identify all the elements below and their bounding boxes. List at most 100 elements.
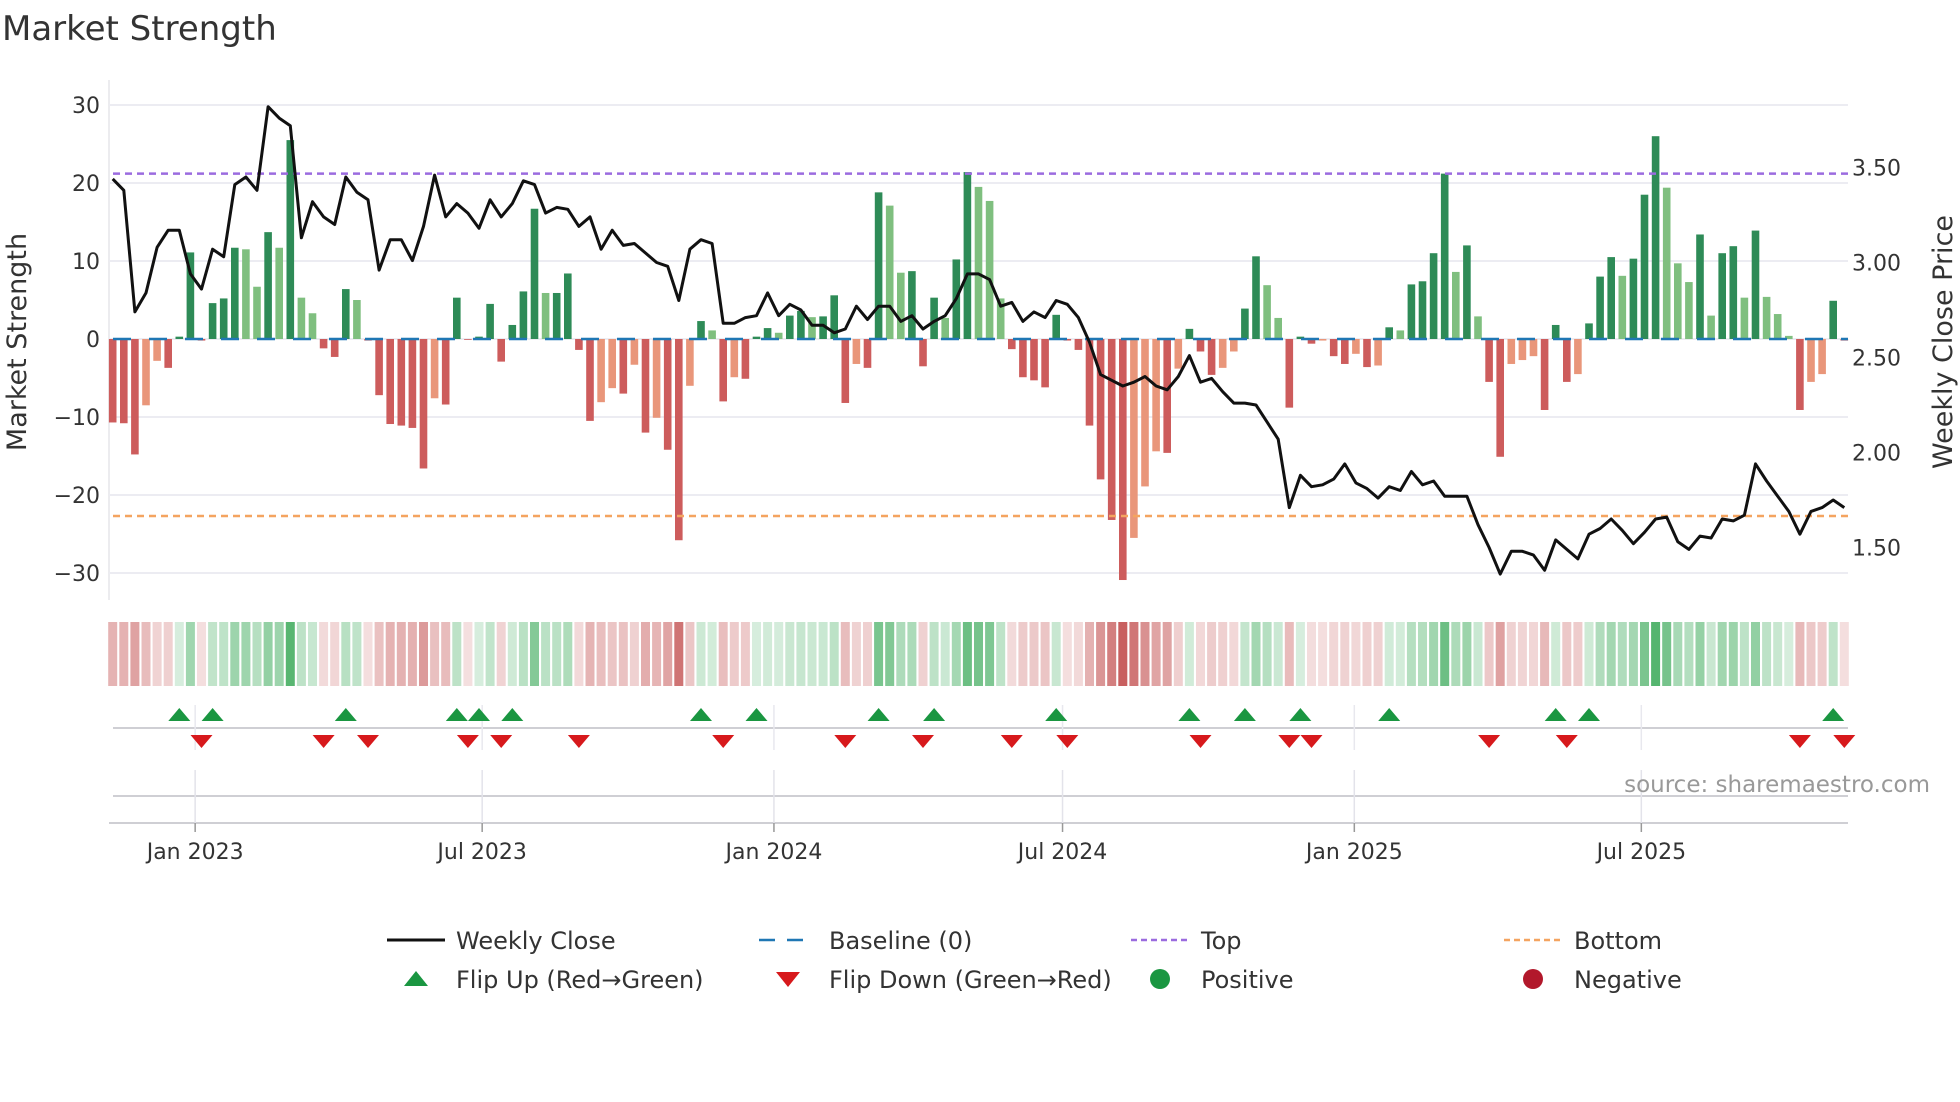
heat-cell <box>1506 622 1516 686</box>
strength-bar <box>608 339 616 389</box>
strength-bar <box>1507 339 1516 364</box>
strength-bar <box>575 339 583 350</box>
strength-bar <box>1440 173 1449 339</box>
heat-cell <box>974 622 983 686</box>
strength-bar <box>153 339 161 361</box>
strength-bar <box>741 339 750 379</box>
y-tick-label: 0 <box>86 328 100 353</box>
heat-cell <box>663 622 673 686</box>
flip-down-marker <box>490 735 513 748</box>
heat-cell <box>940 622 950 686</box>
strength-bar <box>675 339 683 541</box>
heat-cell <box>319 622 329 686</box>
heat-cell <box>419 622 428 686</box>
y2-axis-label: Weekly Close Price <box>1928 215 1959 469</box>
strength-bar <box>1396 330 1405 339</box>
strength-bar <box>1385 327 1393 339</box>
flip-down-marker <box>190 735 213 748</box>
heat-cell <box>407 622 417 686</box>
heat-cell <box>174 622 184 686</box>
x-tick-label: Jul 2023 <box>435 840 527 865</box>
strength-bar <box>419 339 428 469</box>
heat-cell <box>1717 622 1727 686</box>
x-tick-label: Jan 2024 <box>723 840 822 865</box>
strength-bar <box>1329 339 1338 357</box>
heat-cell <box>1307 622 1316 686</box>
heat-cell <box>1351 622 1361 686</box>
strength-bar <box>1008 339 1016 350</box>
strength-bar <box>630 339 639 365</box>
strength-bar <box>652 339 661 418</box>
heat-cell <box>252 622 262 686</box>
weekly-close-path <box>111 105 1846 576</box>
heat-cell <box>1262 622 1272 686</box>
negative-dot-icon <box>1523 969 1543 989</box>
strength-bar <box>397 339 406 426</box>
strength-bar <box>330 339 339 357</box>
strength-bar <box>941 317 949 339</box>
heat-cell <box>541 622 551 686</box>
strength-bar <box>1463 245 1471 339</box>
strength-bar <box>1130 339 1138 538</box>
heat-cell <box>1362 622 1372 686</box>
heat-cell <box>818 622 828 686</box>
heat-cell <box>1251 622 1261 686</box>
strength-bar <box>1640 194 1649 339</box>
heat-cell <box>951 622 961 686</box>
flip-down-marker <box>1189 735 1212 748</box>
flip-up-marker <box>445 708 468 721</box>
heat-cell <box>1284 622 1294 686</box>
flip-up-marker <box>690 708 712 721</box>
heat-cell <box>1529 622 1538 686</box>
heat-cell <box>774 622 784 686</box>
heat-cell <box>962 622 972 686</box>
y-axis-label: Market Strength <box>2 233 33 451</box>
strength-bar <box>1540 339 1549 410</box>
strength-bar <box>974 186 983 339</box>
strength-bar <box>1096 339 1105 480</box>
strength-bar <box>874 192 883 339</box>
legend-flip-up-label: Flip Up (Red→Green) <box>456 966 704 994</box>
heat-cell <box>1640 622 1649 686</box>
heat-cell <box>796 622 806 686</box>
strength-bar <box>1496 339 1504 457</box>
strength-bar <box>1696 234 1704 339</box>
strength-bar <box>586 339 594 421</box>
lower-panels <box>109 705 1848 832</box>
strength-bar <box>885 205 894 339</box>
flip-down-marker <box>456 735 479 748</box>
strength-bar <box>1662 187 1671 339</box>
strength-bar <box>1318 339 1327 341</box>
strength-bar <box>208 303 217 339</box>
heat-cell <box>1517 622 1527 686</box>
y-tick-label: 30 <box>72 94 100 119</box>
heat-cell <box>1373 622 1383 686</box>
heat-cell <box>330 622 340 686</box>
strength-bar <box>386 339 394 425</box>
heat-cell <box>518 622 528 686</box>
strength-bar <box>1119 339 1127 581</box>
flip-up-marker <box>334 708 357 721</box>
heat-cell <box>718 622 728 686</box>
flip-up-marker <box>468 708 490 721</box>
strength-bar <box>408 339 417 428</box>
strength-bar <box>1274 317 1282 339</box>
flip-down-marker <box>357 735 379 748</box>
heat-cell <box>1329 622 1339 686</box>
flip-up-marker <box>501 708 524 721</box>
strength-bar <box>1218 339 1227 368</box>
heat-cell <box>1728 622 1738 686</box>
strength-bar <box>1818 339 1826 375</box>
heat-cell <box>108 622 118 686</box>
heat-cell <box>1140 622 1150 686</box>
heat-cell <box>829 622 839 686</box>
strength-bar <box>619 339 628 394</box>
strength-bar <box>120 339 128 424</box>
legend-baseline-label: Baseline (0) <box>829 927 972 955</box>
strength-bar <box>1551 324 1560 339</box>
heat-cell <box>618 622 628 686</box>
strength-bar <box>1407 284 1416 339</box>
strength-bar <box>1596 276 1604 339</box>
heat-cell <box>585 622 595 686</box>
flip-up-marker <box>1544 708 1567 721</box>
